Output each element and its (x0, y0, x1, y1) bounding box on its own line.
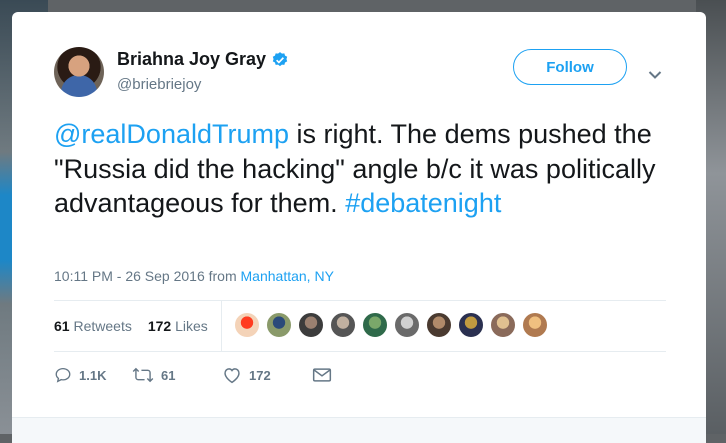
liker-avatar[interactable] (394, 312, 420, 338)
divider-top (54, 300, 666, 301)
like-count: 172 (249, 367, 271, 383)
retweets-label: Retweets (73, 318, 132, 334)
hashtag-link[interactable]: #debatenight (345, 188, 501, 218)
likes-label: Likes (175, 318, 208, 334)
verified-badge-icon (272, 51, 288, 66)
reply-icon (55, 367, 71, 383)
tweet-card: Briahna Joy Gray @briebriejoy Follow @re… (12, 12, 706, 443)
envelope-icon (312, 368, 332, 382)
divider-bottom (54, 351, 666, 352)
message-action[interactable] (312, 367, 339, 383)
tweet-actions: 1.1K 61 172 (54, 366, 339, 384)
engagement-stats: 61 Retweets 172 Likes (54, 318, 224, 334)
liker-avatar[interactable] (362, 312, 388, 338)
liker-avatars (234, 312, 554, 338)
likes-count: 172 (147, 318, 172, 334)
from-label: from (208, 268, 237, 284)
timestamp[interactable]: 10:11 PM - 26 Sep 2016 (54, 268, 205, 284)
retweets-stat[interactable]: 61 Retweets (54, 318, 132, 334)
author-handle[interactable]: @briebriejoy (117, 76, 201, 93)
follow-button[interactable]: Follow (513, 49, 627, 85)
retweet-count: 61 (161, 367, 176, 383)
liker-avatar[interactable] (298, 312, 324, 338)
stats-separator (221, 301, 222, 351)
retweets-count: 61 (54, 318, 70, 334)
liker-avatar[interactable] (490, 312, 516, 338)
author-name-row[interactable]: Briahna Joy Gray (117, 49, 289, 70)
author-name[interactable]: Briahna Joy Gray (117, 49, 266, 70)
reply-count: 1.1K (79, 367, 107, 383)
chevron-down-icon[interactable] (648, 70, 662, 80)
tweet-meta: 10:11 PM - 26 Sep 2016 from Manhattan, N… (54, 268, 334, 284)
reply-action[interactable]: 1.1K (54, 366, 132, 384)
liker-avatar[interactable] (522, 312, 548, 338)
likes-stat[interactable]: 172 Likes (148, 318, 208, 334)
liker-avatar[interactable] (458, 312, 484, 338)
liker-avatar[interactable] (234, 312, 260, 338)
avatar[interactable] (54, 47, 104, 97)
mention-link[interactable]: @realDonaldTrump (54, 119, 289, 149)
retweet-action[interactable]: 61 (132, 366, 222, 384)
liker-avatar[interactable] (426, 312, 452, 338)
retweet-icon (132, 367, 154, 383)
tweet-text: @realDonaldTrump is right. The dems push… (54, 117, 674, 221)
liker-avatar[interactable] (266, 312, 292, 338)
like-action[interactable]: 172 (222, 366, 312, 384)
liker-avatar[interactable] (330, 312, 356, 338)
location-link[interactable]: Manhattan, NY (241, 268, 334, 284)
reply-area-strip (12, 417, 706, 443)
heart-icon (224, 368, 240, 384)
